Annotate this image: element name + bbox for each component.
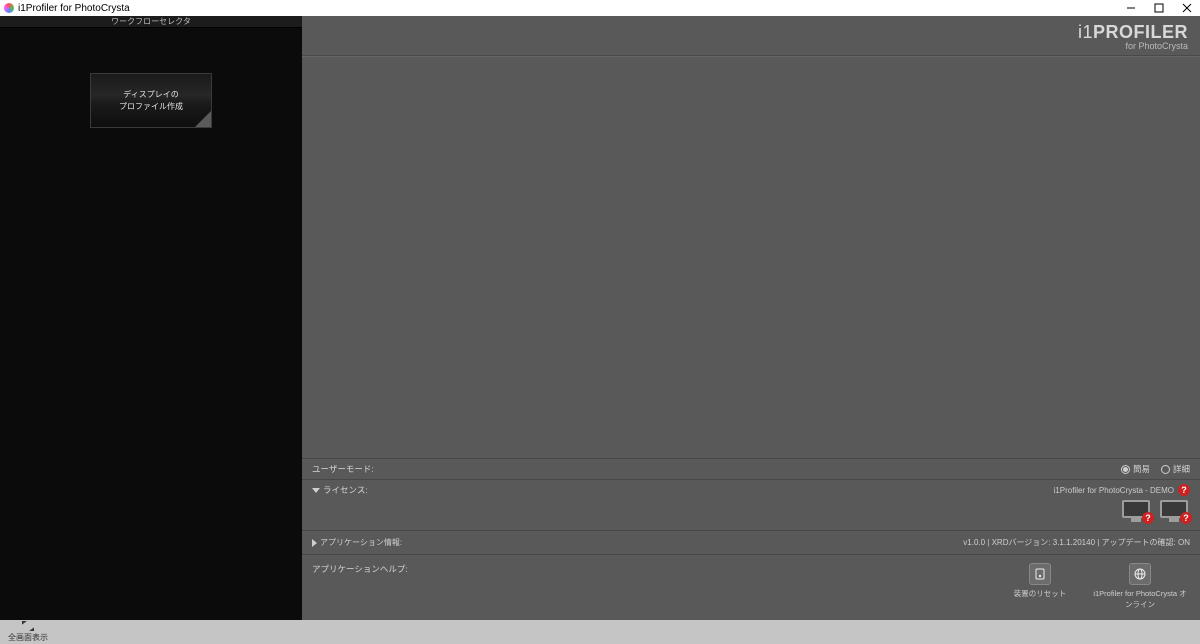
window-close-button[interactable] bbox=[1178, 1, 1196, 15]
license-section: ライセンス: i1Profiler for PhotoCrysta - DEMO… bbox=[302, 479, 1200, 530]
license-toggle[interactable]: ライセンス: bbox=[312, 484, 368, 496]
window-maximize-button[interactable] bbox=[1150, 1, 1168, 15]
app-info-detail: v1.0.0 | XRDバージョン: 3.1.1.20140 | アップデートの… bbox=[963, 537, 1190, 548]
fullscreen-button[interactable]: 全画面表示 bbox=[8, 621, 48, 643]
workflow-line2: プロファイル作成 bbox=[119, 101, 183, 113]
help-badge-icon: ? bbox=[1180, 512, 1192, 524]
status-bar: 全画面表示 bbox=[0, 620, 1200, 644]
sidebar: ワークフローセレクタ ディスプレイの プロファイル作成 bbox=[0, 16, 302, 620]
logo-prefix: i1 bbox=[1078, 22, 1093, 42]
window-titlebar: i1Profiler for PhotoCrysta bbox=[0, 0, 1200, 16]
app-info-label: アプリケーション情報: bbox=[320, 537, 402, 548]
user-mode-simple-label: 簡易 bbox=[1133, 463, 1150, 475]
user-mode-label: ユーザーモード: bbox=[312, 463, 374, 475]
product-logo: i1PROFILER for PhotoCrysta bbox=[1078, 22, 1188, 51]
user-mode-detail-label: 詳細 bbox=[1173, 463, 1190, 475]
license-status: i1Profiler for PhotoCrysta - DEMO bbox=[1054, 486, 1174, 495]
license-monitor-1[interactable]: ? bbox=[1120, 500, 1152, 526]
license-help-icon[interactable]: ? bbox=[1178, 484, 1190, 496]
main-panel: i1PROFILER for PhotoCrysta ユーザーモード: 簡易 詳… bbox=[302, 16, 1200, 620]
help-device-reset-button[interactable]: 装置のリセット bbox=[990, 563, 1090, 599]
app-icon bbox=[4, 3, 14, 13]
app-info-toggle[interactable]: アプリケーション情報: bbox=[312, 537, 402, 548]
user-mode-simple-radio[interactable] bbox=[1121, 465, 1130, 474]
workflow-display-profile-button[interactable]: ディスプレイの プロファイル作成 bbox=[90, 73, 212, 128]
window-minimize-button[interactable] bbox=[1122, 1, 1140, 15]
app-info-section: アプリケーション情報: v1.0.0 | XRDバージョン: 3.1.1.201… bbox=[302, 530, 1200, 554]
globe-icon bbox=[1129, 563, 1151, 585]
chevron-right-icon bbox=[312, 539, 317, 547]
chevron-down-icon bbox=[312, 488, 320, 493]
help-label: アプリケーションヘルプ: bbox=[312, 563, 408, 575]
license-monitor-2[interactable]: ? bbox=[1158, 500, 1190, 526]
workflow-line1: ディスプレイの bbox=[123, 89, 178, 101]
help-item-label: 装置のリセット bbox=[1014, 588, 1067, 599]
fullscreen-label: 全画面表示 bbox=[8, 632, 48, 643]
logo-main: PROFILER bbox=[1093, 22, 1188, 42]
fullscreen-icon bbox=[22, 621, 34, 631]
help-badge-icon: ? bbox=[1142, 512, 1154, 524]
content-area bbox=[302, 56, 1200, 458]
help-online-button[interactable]: i1Profiler for PhotoCrysta オンライン bbox=[1090, 563, 1190, 610]
user-mode-detail-radio[interactable] bbox=[1161, 465, 1170, 474]
license-label: ライセンス: bbox=[323, 484, 368, 496]
user-mode-row: ユーザーモード: 簡易 詳細 bbox=[302, 458, 1200, 479]
help-item-label: i1Profiler for PhotoCrysta オンライン bbox=[1090, 588, 1190, 610]
help-section: アプリケーションヘルプ: 装置のリセット i1Profiler for Phot… bbox=[302, 554, 1200, 620]
sidebar-header: ワークフローセレクタ bbox=[0, 16, 302, 28]
window-title: i1Profiler for PhotoCrysta bbox=[18, 3, 130, 14]
device-reset-icon bbox=[1029, 563, 1051, 585]
